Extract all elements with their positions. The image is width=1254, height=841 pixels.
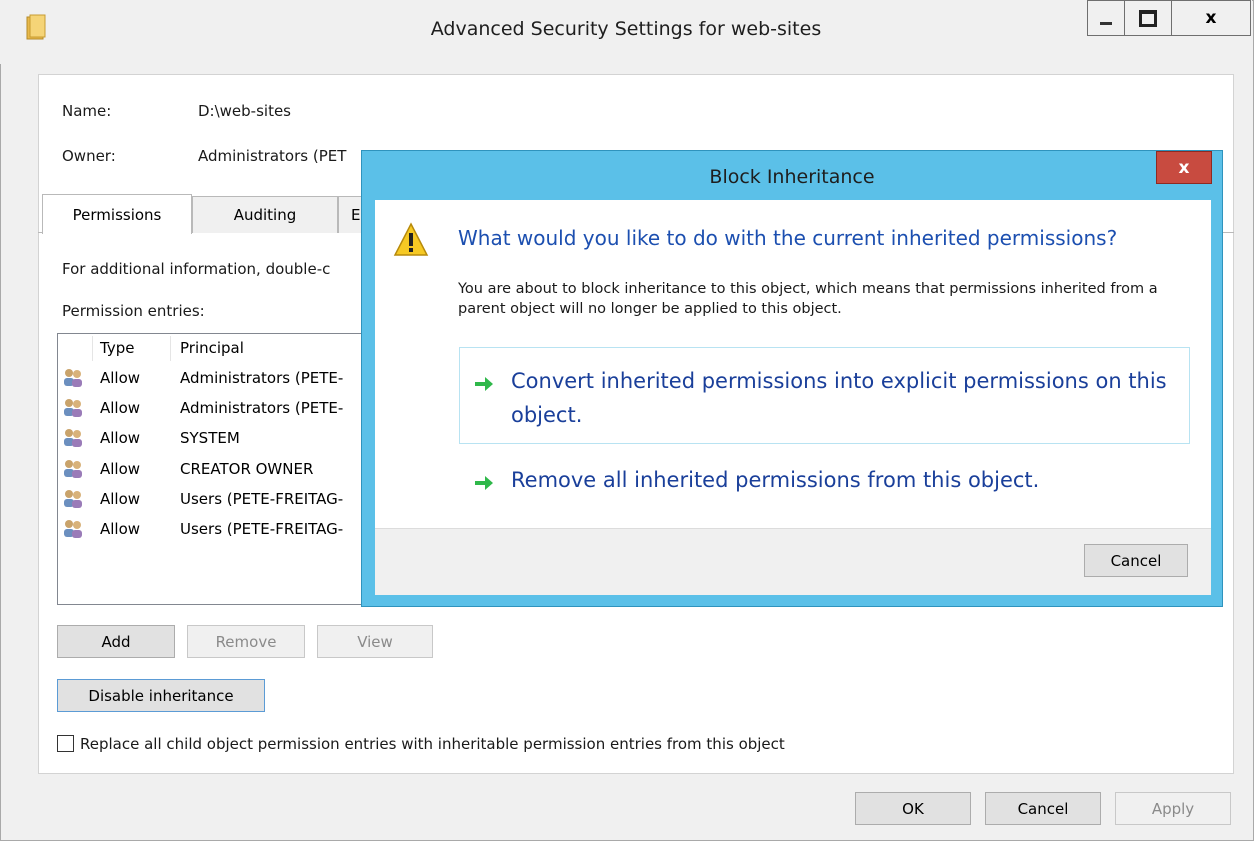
ok-button[interactable]: OK	[855, 792, 971, 825]
close-icon: x	[1178, 157, 1190, 178]
tab-auditing[interactable]: Auditing	[192, 196, 338, 233]
close-button[interactable]: x	[1171, 0, 1251, 36]
minimize-icon	[1100, 21, 1112, 25]
row-principal: CREATOR OWNER	[180, 460, 314, 478]
remove-inherited-permissions-option[interactable]: Remove all inherited permissions from th…	[511, 463, 1039, 497]
table-row[interactable]: Allow CREATOR OWNER	[62, 458, 362, 488]
dialog-title: Block Inheritance	[709, 166, 875, 188]
column-separator	[170, 336, 171, 361]
row-principal: Users (PETE-FREITAG-	[180, 490, 344, 508]
warning-icon	[393, 222, 429, 258]
maximize-button[interactable]	[1124, 0, 1172, 36]
name-value: D:\web-sites	[198, 102, 291, 120]
replace-permissions-checkbox[interactable]	[57, 735, 74, 752]
table-row[interactable]: Allow Administrators (PETE-	[62, 397, 362, 427]
add-button[interactable]: Add	[57, 625, 175, 658]
table-row[interactable]: Allow Users (PETE-FREITAG-	[62, 488, 362, 518]
dialog-cancel-button[interactable]: Cancel	[1084, 544, 1188, 577]
owner-value: Administrators (PET	[198, 147, 347, 165]
dialog-description: You are about to block inheritance to th…	[458, 281, 1158, 317]
row-type: Allow	[100, 460, 141, 478]
dialog-close-button[interactable]: x	[1156, 151, 1212, 184]
row-type: Allow	[100, 399, 141, 417]
users-group-icon	[62, 459, 84, 479]
name-label: Name:	[62, 102, 112, 120]
view-button[interactable]: View	[317, 625, 433, 658]
column-header-type[interactable]: Type	[100, 339, 134, 357]
dialog-heading: What would you like to do with the curre…	[458, 226, 1118, 250]
row-principal: Users (PETE-FREITAG-	[180, 520, 344, 538]
users-group-icon	[62, 489, 84, 509]
permission-entries-label: Permission entries:	[62, 302, 205, 320]
users-group-icon	[62, 519, 84, 539]
convert-option-label[interactable]: Convert inherited permissions into expli…	[511, 364, 1171, 432]
column-header-principal[interactable]: Principal	[180, 339, 244, 357]
row-type: Allow	[100, 369, 141, 387]
row-type: Allow	[100, 429, 141, 447]
users-group-icon	[62, 368, 84, 388]
cancel-button[interactable]: Cancel	[985, 792, 1101, 825]
apply-button[interactable]: Apply	[1115, 792, 1231, 825]
table-row[interactable]: Allow Users (PETE-FREITAG-	[62, 518, 362, 548]
users-group-icon	[62, 428, 84, 448]
minimize-button[interactable]	[1087, 0, 1125, 36]
maximize-icon	[1139, 9, 1157, 27]
users-group-icon	[62, 398, 84, 418]
owner-label: Owner:	[62, 147, 116, 165]
tab-permissions[interactable]: Permissions	[42, 194, 192, 234]
table-row[interactable]: Allow SYSTEM	[62, 427, 362, 457]
row-type: Allow	[100, 490, 141, 508]
window-title: Advanced Security Settings for web-sites	[430, 18, 822, 40]
info-text: For additional information, double-c	[62, 260, 331, 278]
remove-button[interactable]: Remove	[187, 625, 305, 658]
row-principal: SYSTEM	[180, 429, 240, 447]
column-separator	[92, 336, 93, 361]
close-icon: x	[1205, 8, 1217, 28]
row-principal: Administrators (PETE-	[180, 369, 344, 387]
disable-inheritance-button[interactable]: Disable inheritance	[57, 679, 265, 712]
table-row[interactable]: Allow Administrators (PETE-	[62, 367, 362, 397]
green-arrow-icon	[473, 472, 495, 494]
row-type: Allow	[100, 520, 141, 538]
replace-permissions-label: Replace all child object permission entr…	[80, 735, 785, 753]
row-principal: Administrators (PETE-	[180, 399, 344, 417]
green-arrow-icon	[473, 373, 495, 395]
